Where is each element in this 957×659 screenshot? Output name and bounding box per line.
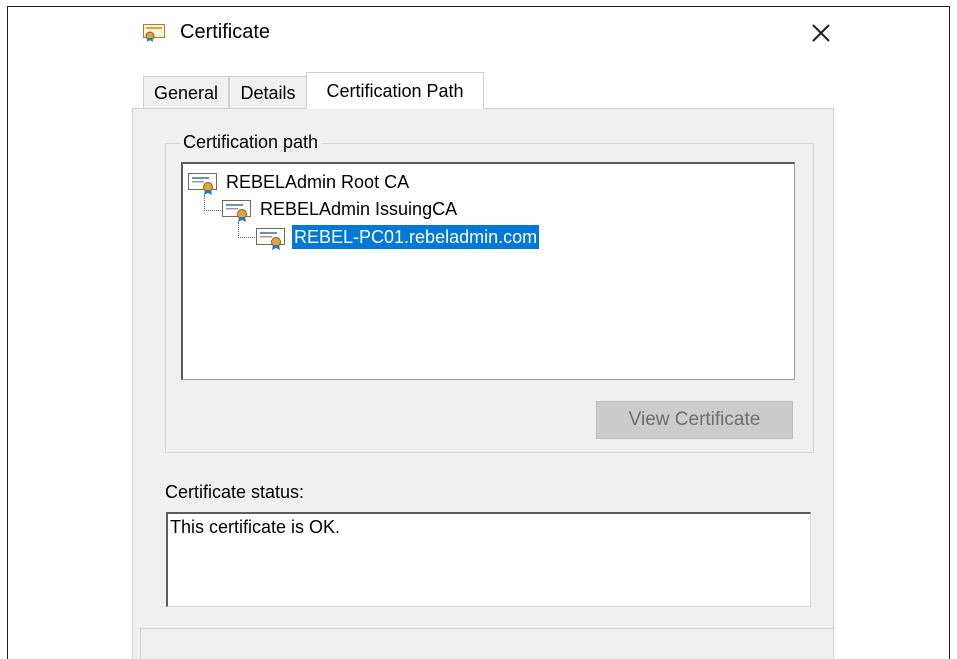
certificate-icon	[256, 228, 285, 250]
tree-connector	[238, 222, 257, 238]
certificate-status-field: This certificate is OK.	[166, 512, 811, 607]
certification-path-tree[interactable]: REBELAdmin Root CA REBELAdmin IssuingCA …	[181, 162, 795, 380]
tree-node-label: REBELAdmin IssuingCA	[260, 199, 458, 219]
tree-node-label: REBELAdmin Root CA	[226, 172, 410, 192]
certificate-icon	[222, 200, 251, 222]
tree-connector	[204, 195, 223, 211]
certificate-icon	[188, 173, 217, 195]
tab-details[interactable]: Details	[229, 76, 307, 108]
certificate-icon	[143, 24, 165, 42]
tab-general[interactable]: General	[143, 76, 229, 108]
certification-path-label: Certification path	[180, 132, 322, 153]
tree-node-label-selected: REBEL-PC01.rebeladmin.com	[292, 225, 540, 249]
certificate-status-label: Certificate status:	[165, 482, 305, 502]
window-title: Certificate	[180, 21, 271, 43]
certificate-status-text: This certificate is OK.	[170, 517, 341, 537]
tab-certification-path[interactable]: Certification Path	[306, 72, 484, 109]
panel-inner-border	[140, 628, 834, 659]
view-certificate-button[interactable]: View Certificate	[596, 401, 793, 439]
close-icon[interactable]	[806, 18, 836, 48]
